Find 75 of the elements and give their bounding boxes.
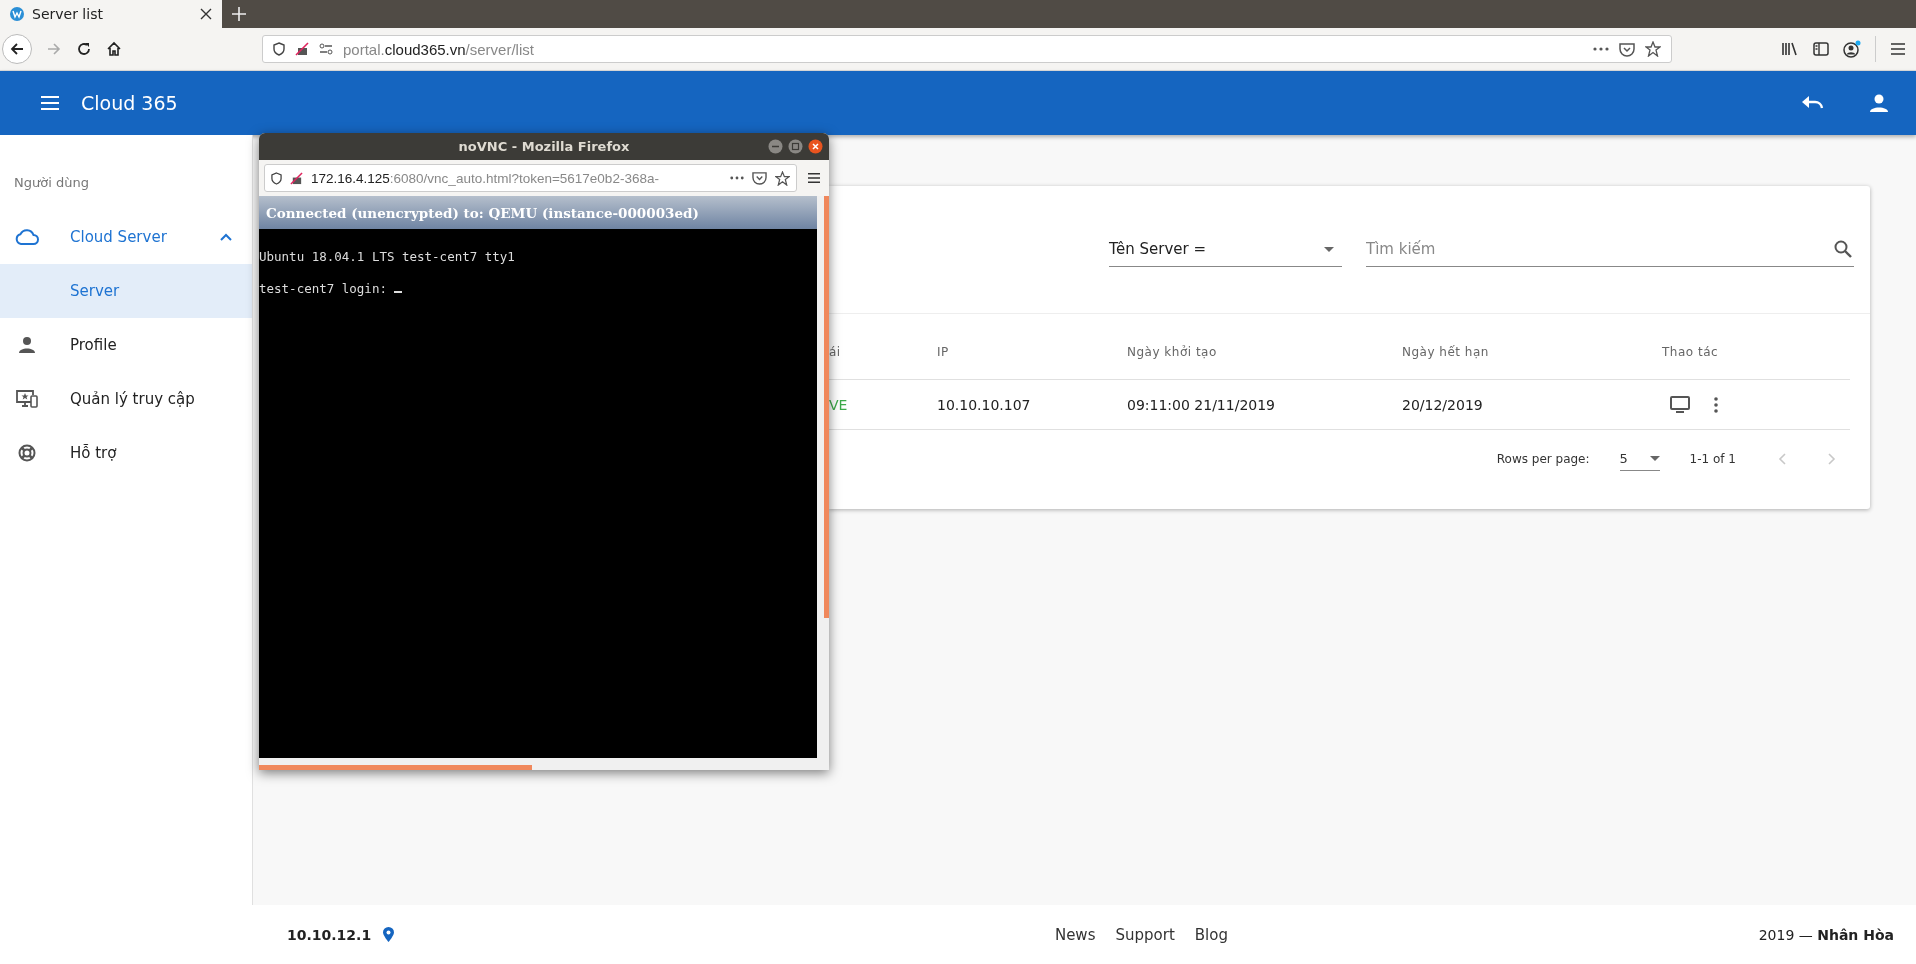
connection-status-bar: Connected (unencrypted) to: QEMU (instance-000003ed) [259,196,817,229]
footer-link[interactable]: Blog [1194,925,1228,944]
user-icon[interactable] [1870,94,1888,112]
column-header: Ngày hết hạn [1402,344,1490,359]
undo-icon[interactable] [1802,96,1824,110]
sidebar-item[interactable]: Hỗ trợ [0,426,252,480]
monitor-phone-icon [14,390,40,408]
page-range: 1-1 of 1 [1689,452,1736,466]
new-tab-icon[interactable] [232,7,246,21]
url-text: 172.16.4.125:6080/vnc_auto.html?token=5617e0b2-368a- [311,170,660,186]
column-header: IP [937,344,950,359]
table-cell-text: 20/12/2019 [1402,396,1484,413]
app-title: Cloud 365 [81,92,178,114]
sidebar-subitem[interactable]: Server [0,264,252,318]
insecure-lock-icon [295,42,309,56]
location-pin-icon [383,927,395,942]
tab-title: Server list [32,6,104,22]
ip-address: 10.10.12.1 [287,926,372,943]
chevron-up-icon [220,233,232,241]
pocket-icon[interactable] [752,171,767,185]
cloud-icon [14,229,40,245]
address-bar[interactable]: 172.16.4.125:6080/vnc_auto.html?token=5617e0b2-368a- [264,164,797,192]
dropdown-icon [1324,246,1334,252]
terminal-line: Ubuntu 18.04.1 LTS test-cent7 tty1 [259,249,516,266]
column-header: Ngày khởi tạo [1127,344,1218,359]
footer-link[interactable]: News [1054,925,1096,944]
permissions-icon [319,43,333,55]
star-icon[interactable] [775,170,790,186]
sidebar-icon[interactable] [1813,42,1829,56]
rows-per-page-select[interactable]: 5 [1619,447,1660,471]
horizontal-scrollbar[interactable] [259,758,829,770]
more-icon[interactable] [730,176,744,180]
sidebar-item[interactable]: Profile [0,318,252,372]
column-header: ái [829,344,842,359]
sidebar-item[interactable]: Cloud Server [0,210,252,264]
menu-icon[interactable] [1890,42,1906,56]
address-bar[interactable]: portal.cloud365.vn/server/list [262,35,1672,63]
close-icon[interactable] [200,8,212,20]
insecure-lock-icon [290,171,303,185]
star-icon[interactable] [1645,41,1661,57]
column-header: Thao tác [1662,344,1720,359]
table-cell-text: 09:11:00 21/11/2019 [1127,396,1277,413]
url-text: portal.cloud365.vn/server/list [343,40,534,58]
maximize-icon[interactable] [788,139,803,154]
copyright-text: 2019 — Nhân Hòa [1758,926,1894,943]
search-icon [1834,239,1852,258]
more-vertical-icon[interactable] [1714,396,1718,413]
footer-link[interactable]: Support [1115,925,1175,944]
filter-select[interactable]: Tên Server = [1109,232,1342,267]
dropdown-icon [1649,456,1660,461]
window-title: noVNC - Mozilla Firefox [458,139,630,154]
menu-icon[interactable] [807,172,821,184]
sidebar-item[interactable]: Quản lý truy cập [0,372,252,426]
section-heading: Người dùng [13,175,90,192]
minimize-icon[interactable] [768,139,783,154]
monitor-icon[interactable] [1670,396,1690,413]
pocket-icon[interactable] [1619,41,1635,57]
back-icon [9,41,25,57]
browser-tab[interactable]: Server list [0,0,222,28]
rows-per-page-label: Rows per page: [1496,452,1590,466]
shield-icon [271,171,282,185]
library-icon[interactable] [1781,41,1799,57]
w-logo-icon [10,7,24,21]
home-icon[interactable] [106,41,122,57]
back-button[interactable] [2,34,32,64]
account-icon[interactable] [1843,40,1861,58]
reload-icon[interactable] [76,41,92,57]
vertical-scrollbar[interactable] [817,196,829,758]
more-icon[interactable] [1593,47,1609,51]
shield-icon [273,42,285,56]
table-cell-text: VE [829,396,849,413]
search-field[interactable]: Tìm kiếm [1366,232,1854,267]
table-cell-text: 10.10.10.107 [937,396,1032,413]
terminal-line: test-cent7 login: [259,281,817,313]
close-icon[interactable] [808,139,823,154]
